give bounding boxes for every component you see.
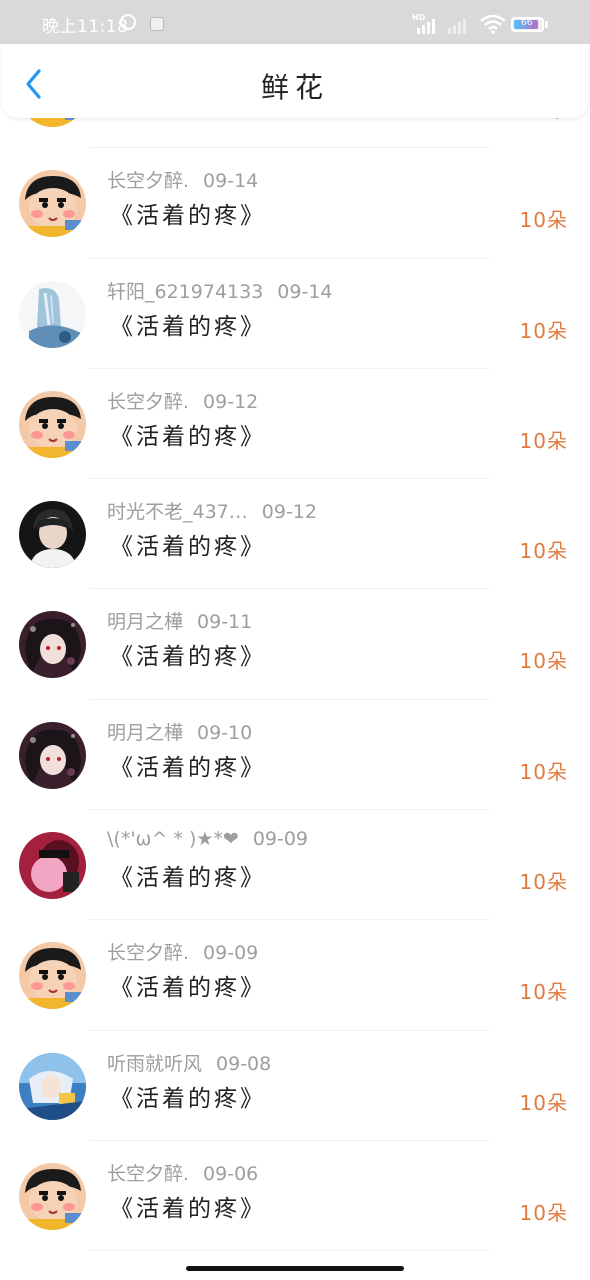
list-item[interactable]: 时光不老_437… 09-12 《活着的疼》 10朵 <box>0 479 590 590</box>
flower-quantity: 10朵 <box>519 318 568 343</box>
user-name[interactable]: 长空夕醉. <box>107 170 189 192</box>
user-avatar[interactable] <box>19 501 86 569</box>
record-meta: 明月之樺 09-11 <box>107 607 252 634</box>
list-item[interactable]: 长空夕醉. 09-09 《活着的疼》 10朵 <box>0 920 590 1031</box>
list-item[interactable]: 长空夕醉. 09-06 《活着的疼》 10朵 <box>0 1141 590 1252</box>
record-meta: \(*'ω^ * )★*❤ 09-09 <box>107 828 308 850</box>
battery-icon: 66 <box>511 17 544 32</box>
user-avatar[interactable] <box>19 832 86 900</box>
user-avatar[interactable] <box>19 1162 86 1230</box>
record-meta: 长空夕醉. 09-09 <box>107 938 258 965</box>
record-meta: 长空夕醉. 09-14 <box>107 166 258 193</box>
book-title[interactable]: 《活着的疼》 <box>110 307 266 341</box>
row-divider <box>90 1250 490 1252</box>
record-date: 09-09 <box>203 942 259 965</box>
home-indicator[interactable] <box>186 1266 404 1271</box>
user-name[interactable]: \(*'ω^ * )★*❤ <box>107 828 239 850</box>
list-item[interactable]: 明月之樺 09-11 《活着的疼》 10朵 <box>0 589 590 700</box>
record-date: 09-11 <box>197 611 253 634</box>
user-avatar[interactable] <box>19 611 86 679</box>
list-item[interactable]: 听雨就听风 09-08 《活着的疼》 10朵 <box>0 1031 590 1141</box>
user-avatar[interactable] <box>19 118 86 127</box>
book-title[interactable]: 《活着的疼》 <box>110 196 266 230</box>
record-date: 09-09 <box>252 828 309 851</box>
list-items: 长空夕醉.09-16《活着的疼》10朵长空夕醉.09-14《活着的疼》10朵轩阳… <box>0 118 590 1252</box>
record-date: 09-14 <box>277 280 333 303</box>
list-item[interactable]: \(*'ω^ * )★*❤ 09-09 《活着的疼》 10朵 <box>0 810 590 921</box>
book-title[interactable]: 《活着的疼》 <box>110 1079 266 1113</box>
record-meta: 长空夕醉. 09-06 <box>107 1159 258 1186</box>
record-meta: 听雨就听风 09-08 <box>107 1049 271 1076</box>
flower-quantity: 10朵 <box>519 428 568 453</box>
list-item[interactable]: 长空夕醉. 09-12 《活着的疼》 10朵 <box>0 369 590 480</box>
user-name[interactable]: 时光不老_437… <box>107 501 248 523</box>
flower-quantity: 10朵 <box>519 870 568 895</box>
flower-quantity: 10朵 <box>519 539 568 564</box>
user-avatar[interactable] <box>19 280 86 348</box>
user-name[interactable]: 长空夕醉. <box>107 942 189 964</box>
flower-quantity: 10朵 <box>520 118 568 123</box>
user-avatar[interactable] <box>19 390 86 458</box>
book-title[interactable]: 《活着的疼》 <box>110 118 266 120</box>
notification-app-icon <box>150 17 164 31</box>
book-title[interactable]: 《活着的疼》 <box>110 748 266 782</box>
user-name[interactable]: 明月之樺 <box>107 722 183 744</box>
user-name[interactable]: 轩阳_621974133 <box>107 281 263 303</box>
list-item[interactable]: 轩阳_621974133 09-14 《活着的疼》 10朵 <box>0 259 590 369</box>
record-meta: 时光不老_437… 09-12 <box>107 497 317 524</box>
flower-quantity: 10朵 <box>519 649 568 674</box>
record-date: 09-14 <box>203 170 259 193</box>
battery-cap <box>545 21 548 28</box>
user-avatar[interactable] <box>19 942 86 1010</box>
user-avatar[interactable] <box>19 721 86 789</box>
list-item[interactable]: 长空夕醉.09-16《活着的疼》10朵 <box>0 118 590 149</box>
user-name[interactable]: 长空夕醉. <box>107 1163 189 1185</box>
signal-icon <box>417 16 435 34</box>
record-date: 09-06 <box>203 1162 259 1185</box>
record-meta: 长空夕醉. 09-12 <box>107 387 258 414</box>
flower-quantity: 10朵 <box>519 1200 568 1225</box>
alarm-icon <box>120 14 136 30</box>
flower-record-list[interactable]: 长空夕醉.09-16《活着的疼》10朵长空夕醉.09-14《活着的疼》10朵轩阳… <box>0 118 590 1258</box>
record-date: 09-10 <box>197 721 253 744</box>
book-title[interactable]: 《活着的疼》 <box>110 858 266 892</box>
flower-quantity: 10朵 <box>519 1090 568 1115</box>
record-date: 09-12 <box>203 390 259 413</box>
book-title[interactable]: 《活着的疼》 <box>110 417 266 451</box>
book-title[interactable]: 《活着的疼》 <box>110 637 266 671</box>
user-name[interactable]: 听雨就听风 <box>107 1053 202 1075</box>
signal-secondary-icon <box>448 16 466 34</box>
user-avatar[interactable] <box>19 170 86 238</box>
book-title[interactable]: 《活着的疼》 <box>110 968 266 1002</box>
list-item[interactable]: 明月之樺 09-10 《活着的疼》 10朵 <box>0 700 590 811</box>
book-title[interactable]: 《活着的疼》 <box>110 1189 266 1223</box>
record-date: 09-12 <box>261 501 317 524</box>
battery-level: 66 <box>521 18 533 28</box>
wifi-icon <box>480 14 506 34</box>
book-title[interactable]: 《活着的疼》 <box>110 527 266 561</box>
user-avatar[interactable] <box>19 1052 86 1120</box>
record-date: 09-08 <box>216 1052 272 1075</box>
record-meta: 轩阳_621974133 09-14 <box>107 277 333 304</box>
page-title: 鲜花 <box>260 71 329 104</box>
record-meta: 明月之樺 09-10 <box>107 718 252 745</box>
status-time: 晚上11:18 <box>42 17 129 37</box>
status-bar: 晚上11:18 HD 66 <box>0 0 590 44</box>
list-item[interactable]: 长空夕醉. 09-14 《活着的疼》 10朵 <box>0 148 590 259</box>
flower-quantity: 10朵 <box>519 208 568 233</box>
flower-quantity: 10朵 <box>519 759 568 784</box>
page-header: 鲜花 <box>2 44 588 118</box>
flower-quantity: 10朵 <box>519 980 568 1005</box>
user-name[interactable]: 明月之樺 <box>107 611 183 633</box>
user-name[interactable]: 长空夕醉. <box>107 391 189 413</box>
